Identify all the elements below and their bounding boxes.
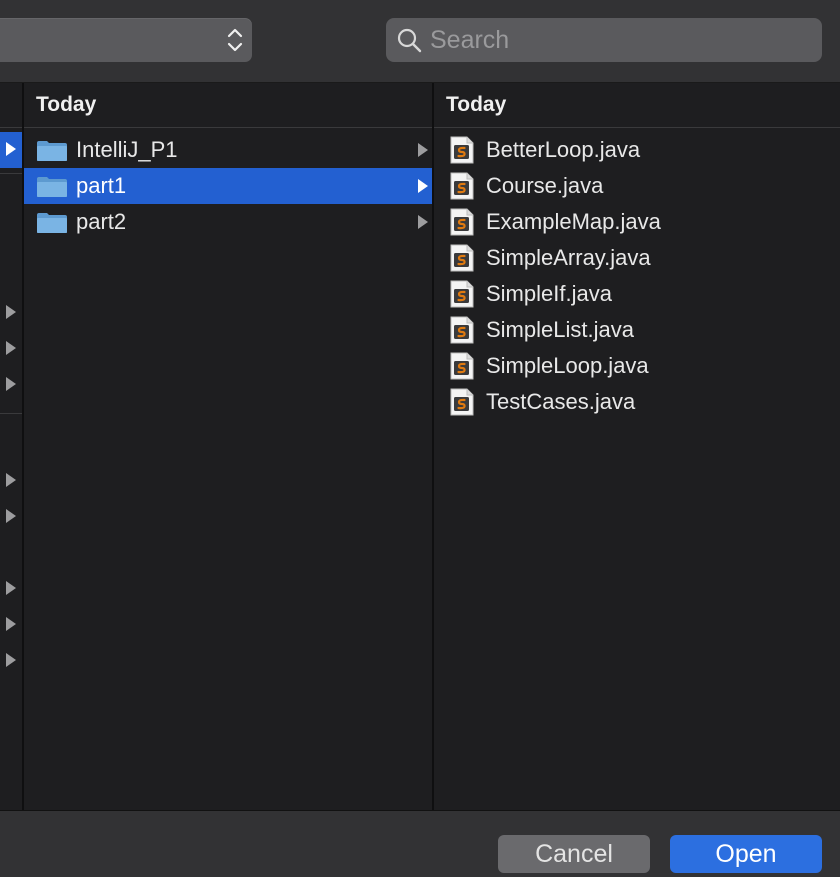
disclosure-arrow-icon[interactable] bbox=[6, 509, 16, 523]
file-row[interactable]: ExampleMap.java bbox=[434, 204, 840, 240]
disclosure-arrow-icon[interactable] bbox=[6, 653, 16, 667]
java-file-icon bbox=[450, 208, 474, 236]
disclosure-arrow-icon[interactable] bbox=[6, 341, 16, 355]
dialog-footer: Cancel Open bbox=[0, 810, 840, 877]
search-field[interactable] bbox=[386, 18, 822, 62]
file-row[interactable]: SimpleArray.java bbox=[434, 240, 840, 276]
java-file-icon bbox=[450, 172, 474, 200]
column-parent bbox=[0, 83, 24, 810]
disclosure-arrow-icon bbox=[6, 142, 16, 156]
file-label: SimpleIf.java bbox=[486, 281, 612, 306]
file-label: BetterLoop.java bbox=[486, 137, 641, 162]
search-icon bbox=[397, 28, 422, 53]
disclosure-arrow-icon bbox=[418, 215, 428, 229]
divider bbox=[0, 173, 22, 174]
file-label: TestCases.java bbox=[486, 389, 636, 414]
column-folders: Today IntelliJ_P1 part1 part2 bbox=[24, 83, 434, 810]
folder-row-selected[interactable]: part1 bbox=[24, 168, 432, 204]
file-list: BetterLoop.java Course.java ExampleMap.jav… bbox=[434, 128, 840, 420]
folder-icon bbox=[37, 141, 67, 161]
divider bbox=[0, 413, 22, 414]
java-file-icon bbox=[450, 244, 474, 272]
file-label: SimpleList.java bbox=[486, 317, 634, 342]
disclosure-arrow-icon bbox=[418, 143, 428, 157]
column-header: Today bbox=[24, 83, 432, 128]
toolbar bbox=[0, 0, 840, 83]
folder-list: IntelliJ_P1 part1 part2 bbox=[24, 128, 432, 240]
java-file-icon bbox=[450, 388, 474, 416]
disclosure-arrow-icon bbox=[418, 179, 428, 193]
chevron-up-down-icon bbox=[227, 28, 243, 52]
folder-icon bbox=[37, 213, 67, 233]
disclosure-arrow-icon[interactable] bbox=[6, 581, 16, 595]
folder-label: part1 bbox=[76, 173, 127, 198]
folder-row[interactable]: IntelliJ_P1 bbox=[24, 132, 432, 168]
file-label: ExampleMap.java bbox=[486, 209, 661, 234]
java-file-icon bbox=[450, 316, 474, 344]
file-label: SimpleArray.java bbox=[486, 245, 651, 270]
folder-row[interactable]: part2 bbox=[24, 204, 432, 240]
cancel-button[interactable]: Cancel bbox=[498, 835, 650, 873]
folder-icon bbox=[37, 177, 67, 197]
folder-label: part2 bbox=[76, 209, 127, 234]
disclosure-arrow-icon[interactable] bbox=[6, 473, 16, 487]
java-file-icon bbox=[450, 136, 474, 164]
file-row[interactable]: BetterLoop.java bbox=[434, 132, 840, 168]
open-button[interactable]: Open bbox=[670, 835, 822, 873]
java-file-icon bbox=[450, 280, 474, 308]
search-input[interactable] bbox=[430, 18, 810, 62]
file-row[interactable]: SimpleLoop.java bbox=[434, 348, 840, 384]
disclosure-arrow-icon[interactable] bbox=[6, 377, 16, 391]
file-label: Course.java bbox=[486, 173, 604, 198]
file-row[interactable]: SimpleIf.java bbox=[434, 276, 840, 312]
location-popup[interactable] bbox=[0, 18, 252, 62]
column-header bbox=[0, 83, 22, 128]
file-label: SimpleLoop.java bbox=[486, 353, 649, 378]
disclosure-arrow-icon[interactable] bbox=[6, 305, 16, 319]
column-files: Today BetterLoop.java Course.java ExampleM… bbox=[434, 83, 840, 810]
disclosure-arrow-icon[interactable] bbox=[6, 617, 16, 631]
folder-label: IntelliJ_P1 bbox=[76, 137, 178, 162]
column-header: Today bbox=[434, 83, 840, 128]
file-row[interactable]: Course.java bbox=[434, 168, 840, 204]
file-row[interactable]: TestCases.java bbox=[434, 384, 840, 420]
file-row[interactable]: SimpleList.java bbox=[434, 312, 840, 348]
java-file-icon bbox=[450, 352, 474, 380]
